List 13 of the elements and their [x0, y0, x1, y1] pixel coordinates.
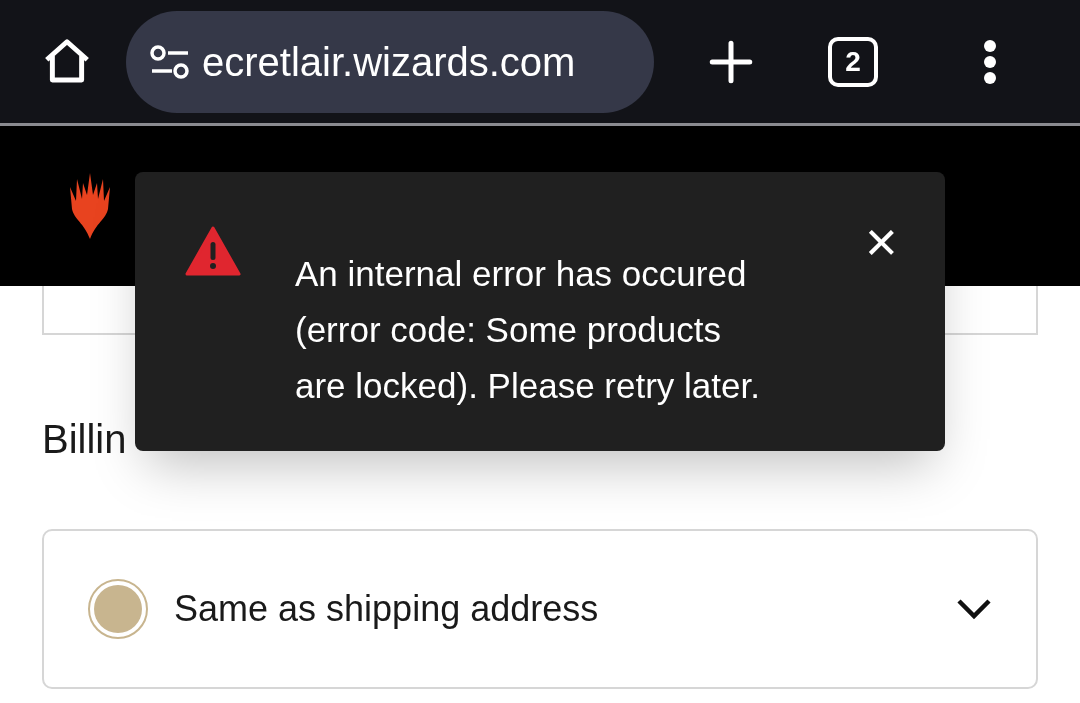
site-settings-icon: [148, 43, 192, 80]
close-button[interactable]: ×: [865, 214, 898, 270]
warning-icon: [185, 226, 241, 276]
option-label: Same as shipping address: [174, 587, 600, 631]
address-option[interactable]: Same as shipping address: [42, 529, 1038, 689]
address-bar[interactable]: ecretlair.wizards.com: [126, 10, 654, 113]
section-heading: Billin: [42, 416, 128, 463]
more-options-icon[interactable]: [982, 37, 998, 86]
chevron-down-icon[interactable]: [956, 598, 992, 620]
error-message: An internal error has occured (error code: Some products are locked). Please retry later.: [295, 253, 761, 407]
url-text: ecretlair.wizards.com: [202, 38, 576, 86]
tab-count-button[interactable]: 2: [828, 36, 878, 87]
radio-button[interactable]: [88, 579, 148, 639]
